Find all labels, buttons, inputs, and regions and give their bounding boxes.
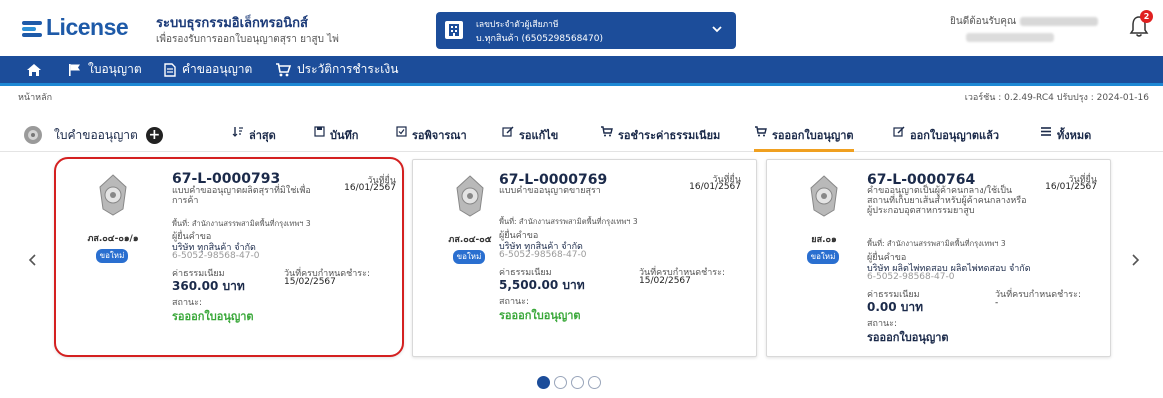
- taxpayer-value: บ.ทุกสินค้า (6505298568470): [476, 34, 603, 44]
- tab-saved[interactable]: บันทึก: [314, 126, 358, 150]
- form-code: ภส.๐๔-๐๕: [448, 235, 492, 245]
- nav-requests[interactable]: คำขออนุญาต: [164, 56, 252, 83]
- logo-mark-icon: [22, 18, 42, 38]
- company-tax-id: 6-5052-98568-47-0: [867, 272, 955, 282]
- save-icon: [314, 126, 325, 137]
- fee-amount: 0.00 บาท: [867, 300, 924, 314]
- page-dot[interactable]: [588, 376, 601, 389]
- emblem-icon: [24, 126, 42, 144]
- document-icon: [164, 62, 176, 77]
- form-code: ยส.๐๑: [811, 235, 837, 245]
- submit-date: 16/01/2567: [344, 183, 396, 193]
- due-date: -: [995, 298, 999, 308]
- cart-icon: [601, 126, 613, 137]
- cart-icon: [755, 126, 767, 137]
- sort-icon: [232, 127, 243, 137]
- username-redacted: [1020, 16, 1099, 26]
- due-date-label: วันที่ครบกำหนดชำระ:: [995, 290, 1082, 300]
- chevron-down-icon: [712, 26, 722, 33]
- building-icon: [445, 21, 463, 39]
- email-redacted: [966, 33, 1054, 42]
- carousel-pagination: [537, 376, 601, 389]
- top-header: License ระบบธุรกรรมอิเล็กทรอนิกส์ เพื่อร…: [0, 0, 1163, 56]
- nav-requests-label: คำขออนุญาต: [182, 62, 253, 76]
- status-value: รอออกใบอนุญาต: [172, 310, 254, 323]
- due-date: 15/02/2567: [284, 277, 336, 287]
- chevron-left-icon[interactable]: [26, 253, 40, 267]
- add-request-button[interactable]: +: [145, 126, 163, 144]
- company-tax-id: 6-5052-98568-47-0: [499, 250, 587, 260]
- taxpayer-label: เลขประจำตัวผู้เสียภาษี: [476, 20, 559, 30]
- request-card[interactable]: ภส.๐๔-๐๕ ขอใหม่ 67-L-0000769 แบบคำขออนุญ…: [412, 159, 757, 357]
- tab-pending-issue[interactable]: รอออกใบอนุญาต: [754, 122, 854, 152]
- nav-licenses[interactable]: ใบอนุญาต: [68, 56, 142, 83]
- due-date: 15/02/2567: [639, 276, 691, 286]
- page-dot[interactable]: [537, 376, 550, 389]
- edit-icon: [893, 126, 905, 137]
- emblem-icon: [810, 175, 838, 217]
- tab-pending-review[interactable]: รอพิจารณา: [396, 126, 467, 150]
- requests-title: ใบคำขออนุญาต: [54, 127, 138, 142]
- page-dot[interactable]: [571, 376, 584, 389]
- notification-badge: 2: [1140, 10, 1153, 23]
- request-card[interactable]: ยส.๐๑ ขอใหม่ 67-L-0000764 คำขออนุญาตเป็น…: [766, 159, 1111, 357]
- new-request-badge[interactable]: ขอใหม่: [807, 250, 839, 264]
- tab-all[interactable]: ทั้งหมด: [1040, 126, 1091, 150]
- emblem-icon: [99, 174, 127, 216]
- page-dot[interactable]: [554, 376, 567, 389]
- version-info: เวอร์ชัน : 0.2.49-RC4 ปรับปรุง : 2024-01…: [964, 93, 1149, 103]
- tab-latest[interactable]: ล่าสุด: [232, 126, 276, 150]
- checkbox-icon: [396, 126, 407, 137]
- system-title: ระบบธุรกรรมอิเล็กทรอนิกส์: [156, 16, 308, 31]
- main-nav: ใบอนุญาต คำขออนุญาต ประวัติการชำระเงิน: [0, 56, 1163, 86]
- area-text: พื้นที่: สำนักงานสรรพสามิตพื้นที่กรุงเทพ…: [499, 217, 638, 226]
- chevron-right-icon[interactable]: [1128, 253, 1142, 267]
- submit-date: 16/01/2567: [1045, 182, 1097, 192]
- new-request-badge[interactable]: ขอใหม่: [453, 250, 485, 264]
- fee-amount: 360.00 บาท: [172, 279, 245, 293]
- list-icon: [1041, 127, 1051, 136]
- requests-header: ใบคำขออนุญาต +: [22, 124, 163, 146]
- form-code: ภส.๐๔-๐๑/๑: [87, 234, 139, 244]
- fee-amount: 5,500.00 บาท: [499, 278, 585, 292]
- nav-payment-history[interactable]: ประวัติการชำระเงิน: [275, 56, 398, 83]
- submit-date: 16/01/2567: [689, 182, 741, 192]
- status-value: รอออกใบอนุญาต: [499, 309, 581, 322]
- area-text: พื้นที่: สำนักงานสรรพสามิตพื้นที่กรุงเทพ…: [867, 239, 1006, 248]
- tab-pending-fix[interactable]: รอแก้ไข: [502, 126, 558, 150]
- home-icon: [27, 63, 41, 76]
- taxpayer-selector[interactable]: เลขประจำตัวผู้เสียภาษี บ.ทุกสินค้า (6505…: [436, 12, 736, 49]
- system-subtitle: เพื่อรองรับการออกใบอนุญาตสุรา ยาสูบ ไพ่: [156, 34, 339, 45]
- flag-icon: [69, 64, 80, 76]
- tab-pending-payment[interactable]: รอชำระค่าธรรมเนียม: [600, 126, 720, 150]
- request-card[interactable]: ภส.๐๔-๐๑/๑ ขอใหม่ 67-L-0000793 แบบคำขออน…: [54, 157, 404, 357]
- emblem-icon: [456, 175, 484, 217]
- nav-licenses-label: ใบอนุญาต: [88, 62, 142, 76]
- status-value: รอออกใบอนุญาต: [867, 331, 949, 344]
- request-description: แบบคำขออนุญาตขายสุรา: [499, 186, 601, 196]
- cart-icon: [276, 62, 291, 76]
- new-request-badge[interactable]: ขอใหม่: [96, 249, 128, 263]
- company-tax-id: 6-5052-98568-47-0: [172, 251, 260, 261]
- welcome-text: ยินดีต้อนรับคุณ: [950, 14, 1099, 29]
- tab-issued[interactable]: ออกใบอนุญาตแล้ว: [893, 126, 999, 150]
- request-number[interactable]: 67-L-0000793: [172, 171, 280, 187]
- edit-icon: [502, 126, 514, 137]
- logo-text: License: [46, 14, 129, 40]
- breadcrumb[interactable]: หน้าหลัก: [18, 90, 52, 104]
- nav-home[interactable]: [26, 56, 48, 83]
- status-tabs: ใบคำขออนุญาต + ล่าสุด บันทึก รอพิจารณา ร…: [0, 112, 1163, 152]
- nav-payment-history-label: ประวัติการชำระเงิน: [297, 62, 399, 76]
- app-logo[interactable]: License: [22, 14, 129, 41]
